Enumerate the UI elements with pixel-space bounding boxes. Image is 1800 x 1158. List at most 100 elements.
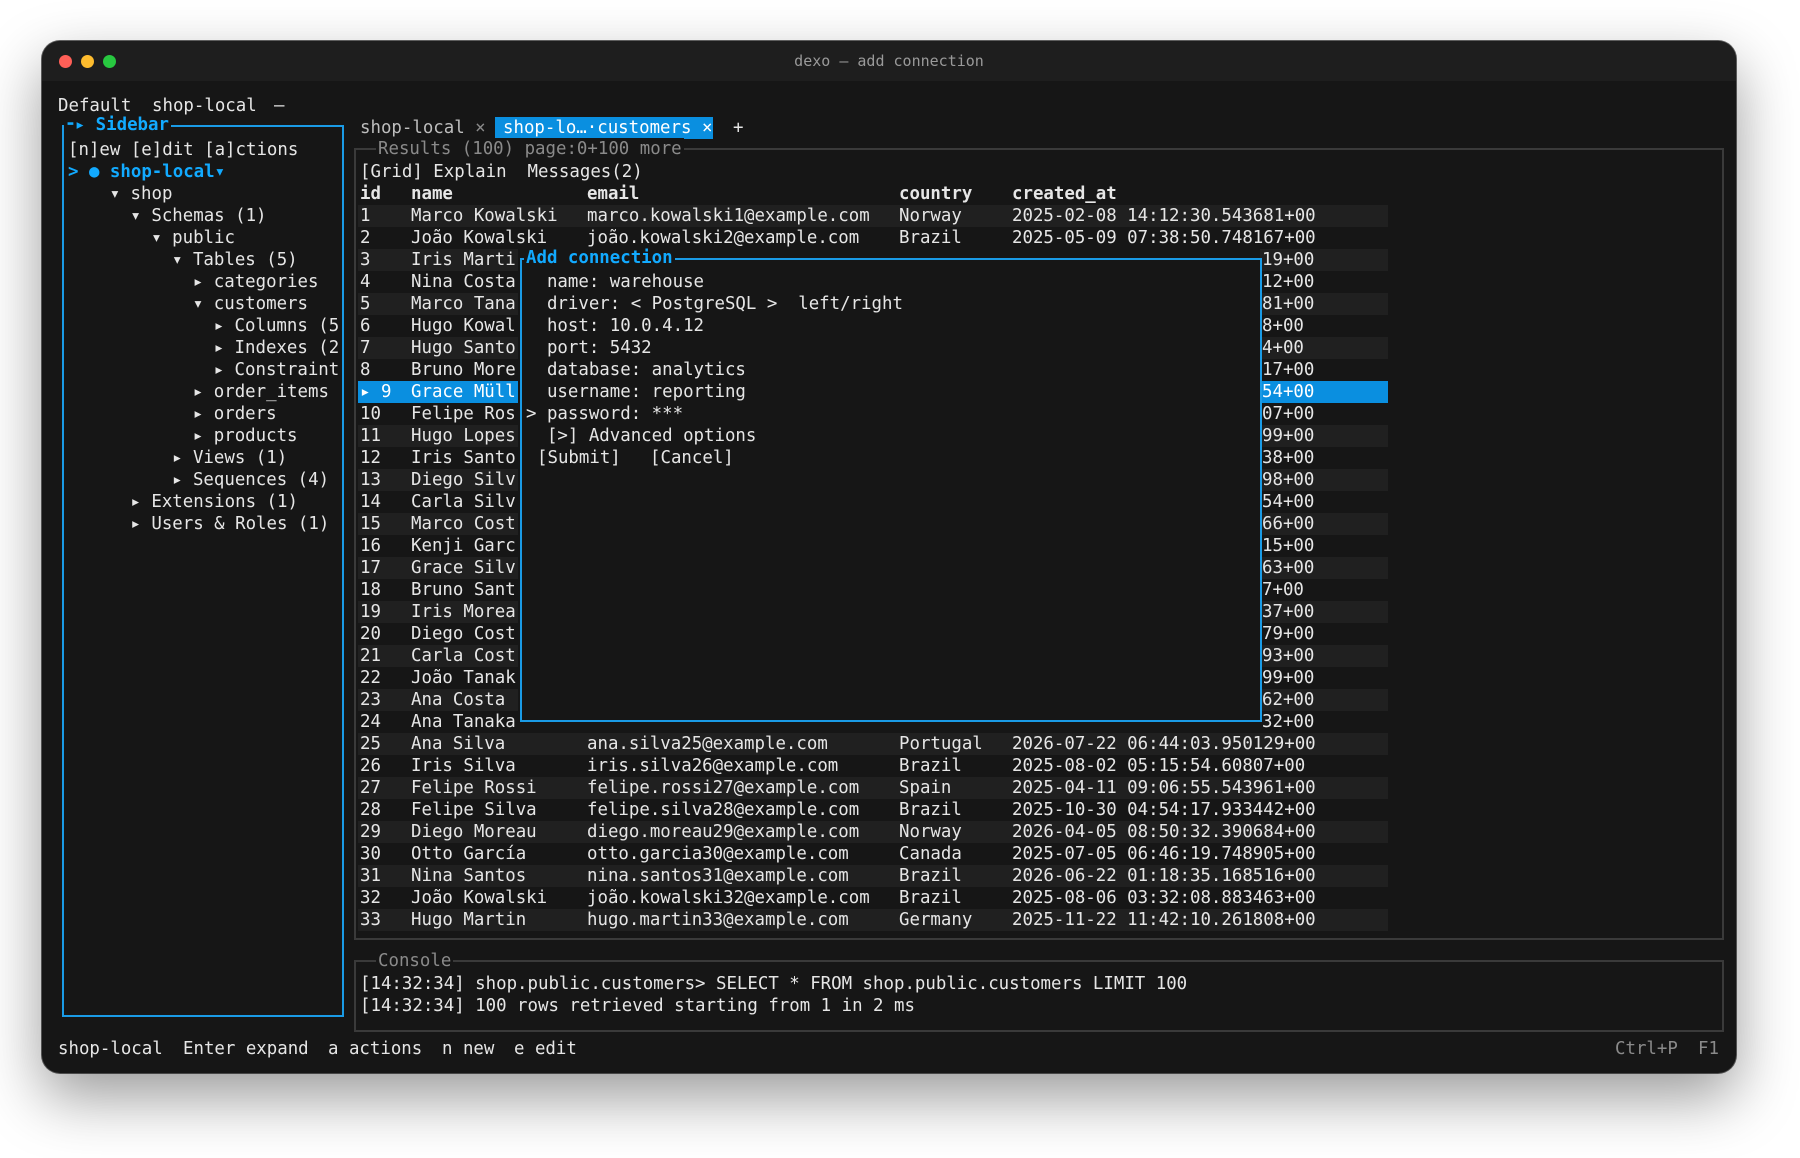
status-hint-actions: a actions (328, 1039, 423, 1059)
column-header[interactable]: name (411, 183, 453, 205)
close-icon[interactable]: × (702, 118, 712, 138)
cell-created-at: 32+00 (1262, 712, 1315, 732)
command-palette-shortcut[interactable]: Ctrl+P (1615, 1038, 1678, 1060)
cell-id: 29 (360, 822, 381, 842)
dialog-field[interactable]: > password: *** (526, 403, 683, 425)
dialog-field[interactable]: port: 5432 (526, 337, 652, 359)
dialog-field[interactable]: [>] Advanced options (526, 425, 756, 447)
tab-customers[interactable]: shop-lo…·customers × (503, 117, 712, 139)
cell-country: Brazil (899, 800, 962, 820)
cell-id: 27 (360, 778, 381, 798)
cell-created-at: 2025-08-06 03:32:08.883463+00 (1012, 888, 1316, 908)
tab-shop-local[interactable]: shop-local × (360, 117, 486, 139)
cell-email: joão.kowalski2@example.com (587, 228, 860, 248)
cell-created-at: 2026-04-05 08:50:32.390684+00 (1012, 822, 1316, 842)
column-header[interactable]: country (899, 183, 972, 205)
dialog-field-text: password: *** (546, 404, 684, 424)
cancel-button[interactable]: [Cancel] (650, 447, 734, 469)
cell-created-at: 79+00 (1262, 624, 1315, 644)
results-header: Results (100) page:0+100 more (376, 138, 684, 160)
dialog-field[interactable]: name: warehouse (526, 271, 704, 293)
chevron-down-icon: ▾ (214, 162, 226, 182)
cell-email: nina.santos31@example.com (587, 866, 849, 886)
column-header[interactable]: email (587, 183, 639, 205)
cell-id: 26 (360, 756, 381, 776)
console-line: [14:32:34] 100 rows retrieved starting f… (360, 996, 915, 1016)
cell-id: 21 (360, 646, 381, 666)
new-tab-button[interactable]: + (733, 117, 743, 139)
cell-created-at: 2025-10-30 04:54:17.933442+00 (1012, 800, 1316, 820)
cell-name: Diego Moreau (411, 822, 537, 842)
cell-created-at: 66+00 (1262, 514, 1315, 534)
cell-created-at: 19+00 (1262, 250, 1315, 270)
dialog-field[interactable]: username: reporting (526, 381, 746, 403)
table-row[interactable]: 2 João Kowalski joão.kowalski2@example.com… (42, 227, 1736, 249)
cell-id: 22 (360, 668, 381, 688)
connection-status-icon: ● (88, 162, 110, 182)
column-header[interactable]: id (360, 183, 381, 205)
cell-id: 18 (360, 580, 381, 600)
cell-email: felipe.rossi27@example.com (587, 778, 860, 798)
table-row[interactable]: 25 Ana Silva ana.silva25@example.com Portug… (42, 733, 1736, 755)
sidebar-title: ⁃▸ Sidebar (64, 114, 171, 136)
status-hint-expand: Enter expand (183, 1039, 309, 1059)
column-header[interactable]: created_at (1012, 183, 1117, 205)
table-row[interactable]: 26 Iris Silva iris.silva26@example.com Braz… (42, 755, 1736, 777)
table-row[interactable]: 1 Marco Kowalski marco.kowalski1@example.c… (42, 205, 1736, 227)
field-gutter (526, 316, 547, 336)
cell-name: Felipe Rossi (411, 778, 537, 798)
topbar-dash: — (274, 96, 285, 116)
sidebar-tree-item[interactable]: > ● shop-local▾ (68, 161, 225, 183)
dialog-field[interactable]: driver: < PostgreSQL > left/right (526, 293, 903, 315)
table-row[interactable]: 32 João Kowalski joão.kowalski32@example.c… (42, 887, 1736, 909)
cell-created-at: 37+00 (1262, 602, 1315, 622)
cell-id: 32 (360, 888, 381, 908)
cell-id: 28 (360, 800, 381, 820)
cell-name: Marco Kowalski (411, 206, 558, 226)
cell-name: Hugo Santo (411, 338, 516, 358)
help-shortcut[interactable]: F1 (1698, 1038, 1719, 1060)
terminal-window: dexo — add connection Default shop-local… (42, 41, 1736, 1073)
cell-id: 15 (360, 514, 381, 534)
cell-country: Norway (899, 206, 962, 226)
cell-name: Diego Cost (411, 624, 516, 644)
status-connection: shop-local (58, 1039, 163, 1059)
cell-id: 24 (360, 712, 381, 732)
cell-created-at: 54+00 (1262, 492, 1315, 512)
cell-id: 14 (360, 492, 381, 512)
cell-id: 8 (360, 360, 371, 380)
close-icon[interactable]: × (475, 118, 485, 138)
table-row[interactable]: 31 Nina Santos nina.santos31@example.com Br… (42, 865, 1736, 887)
table-row[interactable]: 27 Felipe Rossi felipe.rossi27@example.com… (42, 777, 1736, 799)
cell-name: Iris Morea (411, 602, 516, 622)
field-gutter (526, 360, 547, 380)
cell-name: Iris Marti (411, 250, 516, 270)
cell-id: 23 (360, 690, 381, 710)
cell-created-at: 38+00 (1262, 448, 1315, 468)
cell-id: 10 (360, 404, 381, 424)
dialog-field[interactable]: database: analytics (526, 359, 746, 381)
submit-button[interactable]: [Submit] (537, 447, 621, 469)
cell-id: 31 (360, 866, 381, 886)
cell-name: Kenji Garc (411, 536, 516, 556)
cell-created-at: 4+00 (1262, 338, 1304, 358)
table-row[interactable]: 33 Hugo Martin hugo.martin33@example.com Ge… (42, 909, 1736, 931)
field-gutter (526, 294, 547, 314)
table-row[interactable]: 29 Diego Moreau diego.moreau29@example.com… (42, 821, 1736, 843)
cell-id: 3 (360, 250, 371, 270)
cell-name: Grace Silv (411, 558, 516, 578)
sidebar-title-arrow-icon: ⁃▸ (66, 115, 86, 135)
results-subtabs[interactable]: [Grid] Explain Messages(2) (360, 161, 643, 183)
table-row[interactable]: 30 Otto García otto.garcia30@example.com Ca… (42, 843, 1736, 865)
cell-country: Brazil (899, 888, 962, 908)
cell-country: Norway (899, 822, 962, 842)
cell-email: otto.garcia30@example.com (587, 844, 849, 864)
cell-id: 7 (360, 338, 371, 358)
dialog-field[interactable]: host: 10.0.4.12 (526, 315, 704, 337)
cell-created-at: 7+00 (1262, 580, 1304, 600)
cell-id: 6 (360, 316, 371, 336)
cell-name: Bruno Sant (411, 580, 516, 600)
table-row[interactable]: 28 Felipe Silva felipe.silva28@example.com… (42, 799, 1736, 821)
cell-id: 33 (360, 910, 381, 930)
cell-name: Felipe Silva (411, 800, 537, 820)
